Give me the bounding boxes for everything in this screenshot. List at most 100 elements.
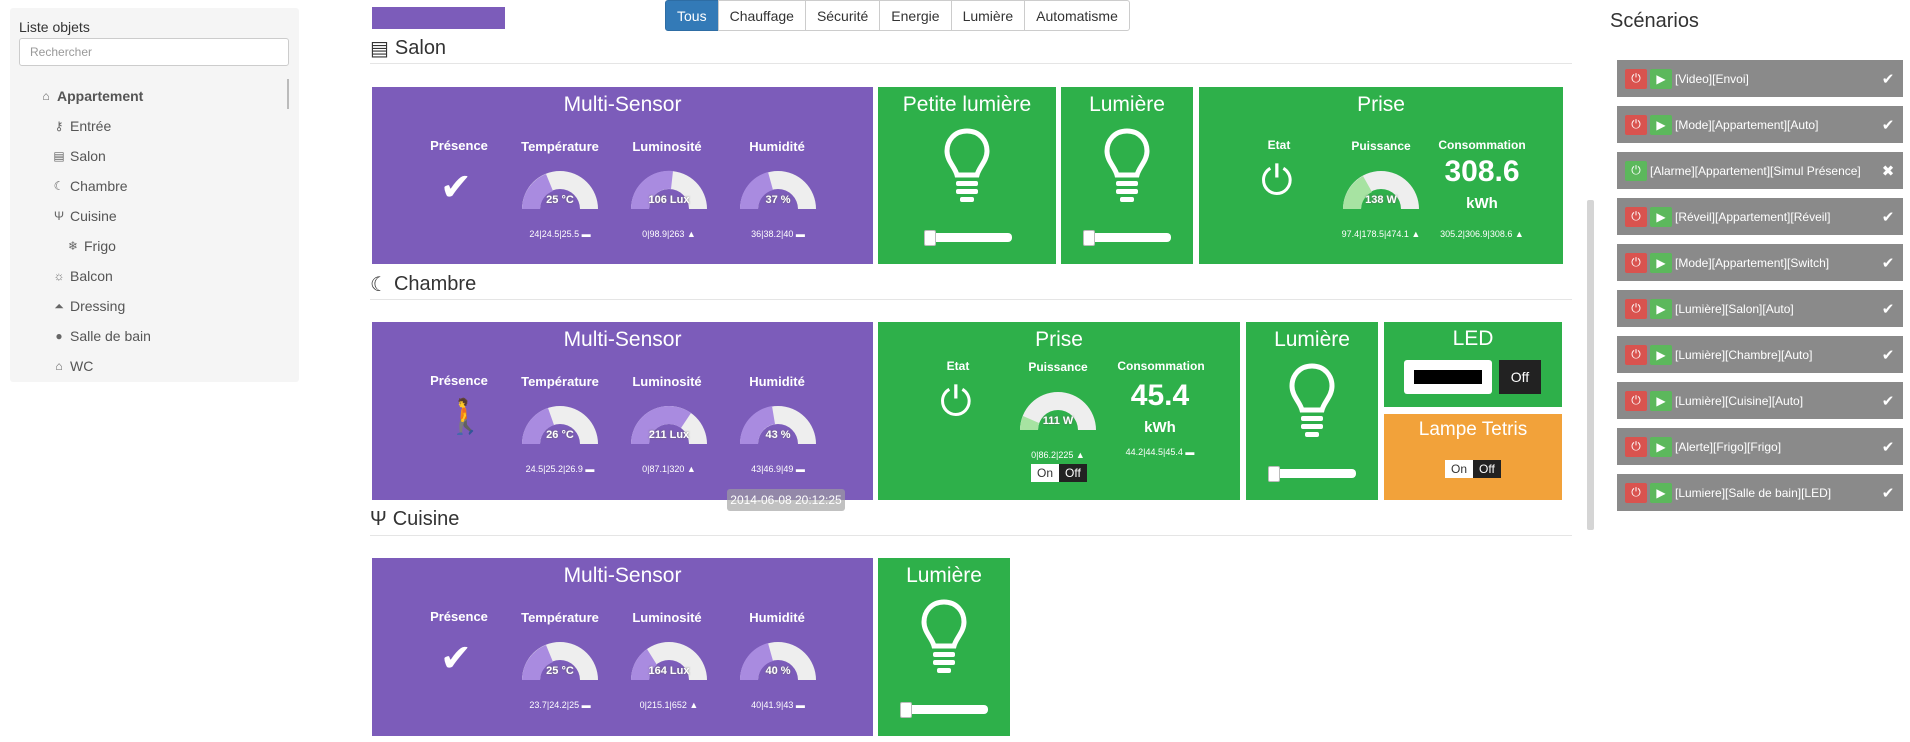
luminosite-history: 0|98.9|263 ▲ [642, 229, 696, 239]
tree-item-frigo[interactable]: ❄ Frigo [66, 238, 116, 254]
dimmer-slider[interactable] [902, 705, 988, 714]
light-card-petite: Petite lumière [878, 87, 1056, 264]
puissance-value: 111 W [1042, 415, 1074, 427]
cutlery-icon: Ψ [370, 508, 387, 530]
card-title: Multi-Sensor [563, 328, 682, 351]
presence-label: Présence [430, 138, 488, 153]
card-title: LED [1452, 327, 1494, 350]
card-title: Lumière [1274, 328, 1350, 351]
humidite-label: Humidité [749, 374, 805, 389]
stop-scenario-button[interactable]: ⏻ [1625, 206, 1647, 227]
card-title: Lumière [1089, 93, 1165, 116]
start-scenario-button[interactable]: ⏻ [1625, 160, 1647, 181]
temperature-value: 26 °C [546, 429, 574, 441]
on-button[interactable]: On [1031, 464, 1060, 482]
dimmer-slider[interactable] [926, 233, 1012, 242]
multisensor-card: Multi-Sensor Présence ✔ Température 25 °… [372, 558, 873, 736]
led-off-button[interactable]: Off [1499, 360, 1541, 394]
humidite-value: 40 % [765, 665, 791, 677]
scenario-row[interactable]: ⏻ ▶ [Video][Envoi] ✔ [1617, 60, 1903, 97]
tree-item-entree[interactable]: ⚷ Entrée [52, 118, 112, 134]
tree-item-dressing[interactable]: ⏶ Dressing [52, 298, 125, 314]
stop-scenario-button[interactable]: ⏻ [1625, 68, 1647, 89]
tree-item-salle-de-bain[interactable]: ● Salle de bain [52, 328, 151, 344]
led-color-picker[interactable] [1404, 360, 1492, 394]
tree-item-salon[interactable]: ▤ Salon [52, 148, 105, 164]
outlet-card: Prise Etat ⏻ Puissance 111 W 0|86.2|225 … [878, 322, 1240, 500]
scenario-row[interactable]: ⏻ [Alarme][Appartement][Simul Présence] ✖ [1617, 152, 1903, 189]
scenario-row[interactable]: ⏻ ▶ [Lumière][Chambre][Auto] ✔ [1617, 336, 1903, 373]
drop-icon: ● [55, 329, 63, 343]
run-scenario-button[interactable]: ▶ [1650, 206, 1672, 227]
scenario-row[interactable]: ⏻ ▶ [Réveil][Appartement][Réveil] ✔ [1617, 198, 1903, 235]
light-bulb-icon[interactable] [943, 127, 991, 207]
run-scenario-button[interactable]: ▶ [1650, 252, 1672, 273]
luminosite-label: Luminosité [632, 139, 702, 154]
stop-scenario-button[interactable]: ⏻ [1625, 252, 1647, 273]
dimmer-slider[interactable] [1270, 469, 1356, 478]
tab-automatisme[interactable]: Automatisme [1024, 0, 1130, 31]
light-bulb-icon[interactable] [920, 598, 968, 678]
tree-item-balcon[interactable]: ☼ Balcon [52, 268, 113, 284]
tree-item-appartement[interactable]: ⌂ Appartement [39, 88, 143, 104]
tree-item-wc[interactable]: ⌂ WC [52, 358, 93, 374]
scenario-row[interactable]: ⏻ ▶ [Mode][Appartement][Auto] ✔ [1617, 106, 1903, 143]
temperature-value: 25 °C [546, 194, 574, 206]
dimmer-slider[interactable] [1085, 233, 1171, 242]
light-bulb-icon[interactable] [1103, 127, 1151, 207]
scenario-row[interactable]: ⏻ ▶ [Lumière][Cuisine][Auto] ✔ [1617, 382, 1903, 419]
check-icon: ✔ [1881, 484, 1895, 502]
tab-tous[interactable]: Tous [665, 0, 719, 31]
off-button[interactable]: Off [1473, 460, 1501, 478]
scenario-row[interactable]: ⏻ ▶ [Alerte][Frigo][Frigo] ✔ [1617, 428, 1903, 465]
dimmer-slider-handle[interactable] [1268, 466, 1280, 482]
stop-scenario-button[interactable]: ⏻ [1625, 436, 1647, 457]
scenario-name: [Alarme][Appartement][Simul Présence] [1650, 163, 1861, 178]
stop-scenario-button[interactable]: ⏻ [1625, 482, 1647, 503]
run-scenario-button[interactable]: ▶ [1650, 298, 1672, 319]
onoff-switch[interactable]: On Off [1031, 464, 1087, 482]
tab-securite[interactable]: Sécurité [804, 0, 881, 31]
run-scenario-button[interactable]: ▶ [1650, 390, 1672, 411]
moon-icon: ☾ [53, 179, 65, 193]
humidite-value: 37 % [765, 194, 791, 206]
etat-label: Etat [1267, 138, 1291, 152]
tree-item-cuisine[interactable]: Ψ Cuisine [52, 208, 117, 224]
tree-item-chambre[interactable]: ☾ Chambre [52, 178, 128, 194]
category-tabs: Tous Chauffage Sécurité Energie Lumière … [665, 0, 1130, 31]
card-title: Lampe Tetris [1418, 419, 1528, 440]
scenario-row[interactable]: ⏻ ▶ [Lumiere][Salle de bain][LED] ✔ [1617, 474, 1903, 511]
run-scenario-button[interactable]: ▶ [1650, 114, 1672, 135]
main-scrollbar[interactable] [1587, 200, 1594, 530]
run-scenario-button[interactable]: ▶ [1650, 344, 1672, 365]
run-scenario-button[interactable]: ▶ [1650, 436, 1672, 457]
dimmer-slider-handle[interactable] [1083, 230, 1095, 246]
scenario-row[interactable]: ⏻ ▶ [Mode][Appartement][Switch] ✔ [1617, 244, 1903, 281]
dimmer-slider-handle[interactable] [900, 702, 912, 718]
run-scenario-button[interactable]: ▶ [1650, 482, 1672, 503]
consommation-unit: kWh [1144, 419, 1176, 436]
dimmer-slider-handle[interactable] [924, 230, 936, 246]
scenario-name: [Lumière][Salon][Auto] [1675, 301, 1794, 316]
search-input[interactable] [19, 38, 289, 66]
tab-chauffage[interactable]: Chauffage [717, 0, 806, 31]
tab-lumiere[interactable]: Lumière [950, 0, 1026, 31]
toilet-icon: ⌂ [55, 359, 63, 373]
card-title: Multi-Sensor [563, 564, 682, 587]
stop-scenario-button[interactable]: ⏻ [1625, 344, 1647, 365]
run-scenario-button[interactable]: ▶ [1650, 68, 1672, 89]
scenario-row[interactable]: ⏻ ▶ [Lumière][Salon][Auto] ✔ [1617, 290, 1903, 327]
stop-scenario-button[interactable]: ⏻ [1625, 298, 1647, 319]
object-list-panel: Liste objets ⌂Appartement ⚷Entrée ▤Salon… [10, 8, 299, 382]
off-button[interactable]: Off [1059, 464, 1087, 482]
stop-scenario-button[interactable]: ⏻ [1625, 114, 1647, 135]
multisensor-card: Multi-Sensor Présence 🚶 Température 26 °… [372, 322, 873, 500]
lamp-tetris-card: Lampe Tetris On Off [1384, 414, 1562, 500]
multisensor-card: Multi-Sensor Présence ✔ Température 25 °… [372, 87, 873, 264]
on-button[interactable]: On [1445, 460, 1474, 478]
stop-scenario-button[interactable]: ⏻ [1625, 390, 1647, 411]
temperature-history: 24.5|25.2|26.9 ▬ [525, 464, 595, 474]
tab-energie[interactable]: Energie [879, 0, 952, 31]
onoff-switch[interactable]: On Off [1445, 460, 1501, 478]
light-bulb-icon[interactable] [1288, 362, 1336, 442]
